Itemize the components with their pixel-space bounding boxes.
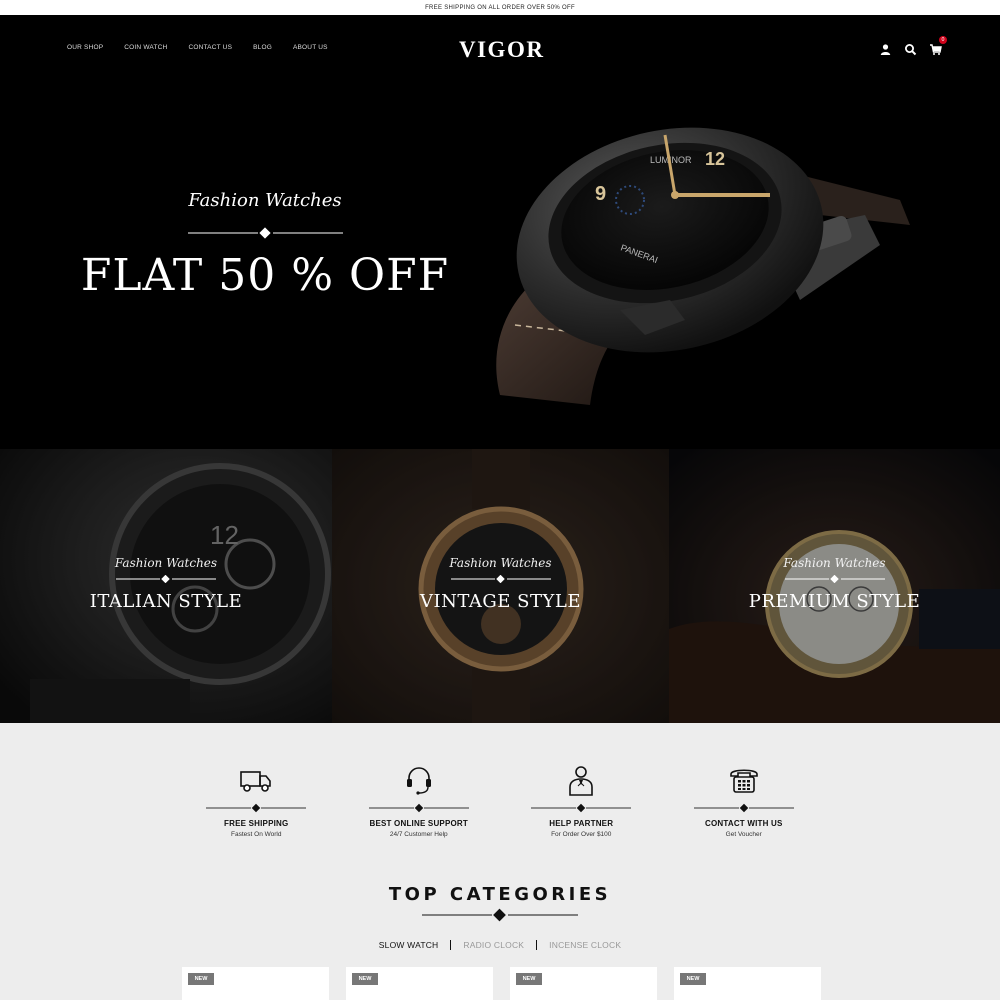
search-icon <box>905 44 917 56</box>
promo-topbar: FREE SHIPPING ON ALL ORDER OVER 50% OFF <box>0 0 1000 15</box>
features-row: FREE SHIPPING Fastest On World BEST ONLI… <box>175 763 825 853</box>
section-divider <box>422 908 578 922</box>
tab-slow-watch[interactable]: SLOW WATCH <box>379 940 439 950</box>
hero-title: FLAT 50 % OFF <box>80 250 450 301</box>
nav-contact-us[interactable]: CONTACT US <box>188 44 232 51</box>
product-card[interactable]: NEW <box>674 967 821 1000</box>
tab-separator <box>450 940 452 950</box>
feature-divider <box>693 803 794 813</box>
product-card[interactable]: NEW <box>346 967 493 1000</box>
svg-text:12: 12 <box>705 149 725 169</box>
feature-divider <box>206 803 307 813</box>
nav-about-us[interactable]: ABOUT US <box>293 44 328 51</box>
product-card[interactable]: NEW <box>182 967 329 1000</box>
banner-vintage-style[interactable]: Fashion Watches VINTAGE STYLE <box>332 449 669 723</box>
premium-watch-image <box>669 449 1000 723</box>
banner-subtitle: Fashion Watches <box>449 556 552 570</box>
svg-text:9: 9 <box>595 183 606 205</box>
new-badge: NEW <box>188 973 214 985</box>
feature-subtitle: For Order Over $100 <box>551 831 612 838</box>
hero-watch-image: 9 12 LUMINOR PANERAI <box>496 127 910 405</box>
section-title-top-categories: TOP CATEGORIES <box>388 884 612 905</box>
tab-incense-clock[interactable]: INCENSE CLOCK <box>549 940 621 950</box>
telephone-icon <box>729 769 758 793</box>
feature-contact: CONTACT WITH US Get Voucher <box>663 763 826 853</box>
feature-subtitle: 24/7 Customer Help <box>389 831 448 838</box>
hero-divider <box>188 227 343 239</box>
product-card[interactable]: NEW <box>510 967 657 1000</box>
cart-icon <box>930 44 942 55</box>
banner-italian-style[interactable]: 12 Fashion Watches ITALIAN STYLE <box>0 449 332 723</box>
banner-divider <box>450 575 551 583</box>
vintage-watch-image <box>332 449 669 723</box>
italian-watch-image: 12 <box>0 449 332 723</box>
main-nav: OUR SHOP COIN WATCH CONTACT US BLOG ABOU… <box>67 44 328 51</box>
style-banners: 12 Fashion Watches ITALIAN STYLE <box>0 449 1000 723</box>
truck-icon <box>240 771 272 792</box>
feature-online-support: BEST ONLINE SUPPORT 24/7 Customer Help <box>338 763 501 853</box>
feature-subtitle: Get Voucher <box>725 831 762 838</box>
nav-our-shop[interactable]: OUR SHOP <box>67 44 103 51</box>
search-button[interactable] <box>904 41 917 56</box>
feature-subtitle: Fastest On World <box>231 831 282 838</box>
banner-subtitle: Fashion Watches <box>783 556 886 570</box>
product-grid: NEW NEW NEW NEW <box>182 967 821 1000</box>
hero-subtitle: Fashion Watches <box>188 190 342 211</box>
banner-title: PREMIUM STYLE <box>748 591 921 612</box>
hero-banner: OUR SHOP COIN WATCH CONTACT US BLOG ABOU… <box>0 15 1000 449</box>
banner-divider <box>784 575 885 583</box>
banner-title: VINTAGE STYLE <box>420 591 581 612</box>
new-badge: NEW <box>352 973 378 985</box>
cart-count-badge: 0 <box>939 36 947 44</box>
new-badge: NEW <box>680 973 706 985</box>
partner-icon <box>569 766 594 796</box>
nav-blog[interactable]: BLOG <box>253 44 272 51</box>
feature-help-partner: HELP PARTNER For Order Over $100 <box>500 763 663 853</box>
feature-divider <box>531 803 632 813</box>
tab-separator <box>536 940 538 950</box>
header-actions: 0 <box>879 36 947 56</box>
feature-divider <box>368 803 469 813</box>
feature-title: HELP PARTNER <box>549 819 614 828</box>
banner-title: ITALIAN STYLE <box>89 591 243 612</box>
cart-button[interactable]: 0 <box>929 36 947 55</box>
new-badge: NEW <box>516 973 542 985</box>
promo-text: FREE SHIPPING ON ALL ORDER OVER 50% OFF <box>425 4 575 11</box>
tab-radio-clock[interactable]: RADIO CLOCK <box>463 940 524 950</box>
banner-divider <box>116 575 216 583</box>
account-button[interactable] <box>879 41 892 55</box>
site-logo[interactable]: VIGOR <box>459 37 544 63</box>
user-icon <box>880 44 891 55</box>
feature-title: FREE SHIPPING <box>224 819 289 828</box>
feature-free-shipping: FREE SHIPPING Fastest On World <box>175 763 338 853</box>
banner-premium-style[interactable]: Fashion Watches PREMIUM STYLE <box>669 449 1000 723</box>
feature-title: BEST ONLINE SUPPORT <box>369 819 468 828</box>
category-tabs: SLOW WATCH RADIO CLOCK INCENSE CLOCK <box>0 940 1000 950</box>
feature-title: CONTACT WITH US <box>704 819 783 828</box>
nav-coin-watch[interactable]: COIN WATCH <box>124 44 167 51</box>
headset-icon <box>406 767 431 795</box>
banner-subtitle: Fashion Watches <box>114 556 218 570</box>
